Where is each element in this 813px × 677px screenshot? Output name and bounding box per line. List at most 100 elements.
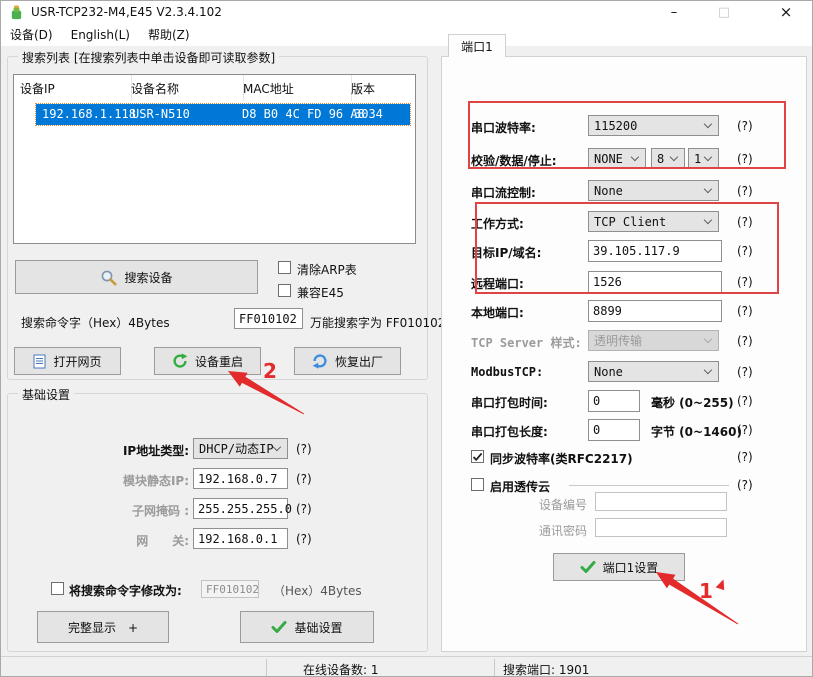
menu-help[interactable]: 帮助(Z): [139, 23, 199, 46]
modify-cmd-checkbox[interactable]: [51, 582, 64, 595]
target-ip-help[interactable]: (?): [737, 244, 753, 258]
work-mode-select[interactable]: TCP Client: [588, 211, 719, 232]
factory-reset-button[interactable]: 恢复出厂: [294, 347, 401, 375]
device-id-input[interactable]: [595, 492, 727, 511]
device-table: 设备IP 设备名称 MAC地址 版本 192.168.1.118 USR-N51…: [13, 74, 416, 244]
ip-type-help[interactable]: (?): [296, 442, 312, 456]
col-header-mac[interactable]: MAC地址: [237, 75, 352, 101]
window-title: USR-TCP232-M4,E45 V2.3.4.102: [31, 5, 222, 19]
remote-port-help[interactable]: (?): [737, 275, 753, 289]
sync-baud-checkbox[interactable]: [471, 450, 484, 463]
flow-select[interactable]: None: [588, 180, 719, 201]
modbus-select[interactable]: None: [588, 361, 719, 382]
minimize-button[interactable]: –: [661, 1, 687, 23]
static-ip-help[interactable]: (?): [296, 472, 312, 486]
local-port-input[interactable]: 8899: [588, 300, 722, 322]
chevron-down-icon: [704, 185, 712, 193]
pack-time-help[interactable]: (?): [737, 394, 753, 408]
stopbits-select[interactable]: 1: [688, 148, 719, 169]
ip-type-value: DHCP/动态IP: [199, 440, 274, 457]
target-ip-label: 目标IP/域名:: [471, 244, 541, 261]
parity-value: NONE: [594, 152, 623, 166]
work-mode-help[interactable]: (?): [737, 215, 753, 229]
subnet-input[interactable]: 255.255.255.0: [193, 498, 288, 519]
baud-select[interactable]: 115200: [588, 115, 719, 136]
pack-time-label: 串口打包时间:: [471, 394, 548, 411]
comm-pwd-input[interactable]: [595, 518, 727, 537]
databits-select[interactable]: 8: [651, 148, 685, 169]
work-mode-value: TCP Client: [594, 215, 666, 229]
cloud-label: 启用透传云: [490, 478, 550, 495]
flow-help[interactable]: (?): [737, 184, 753, 198]
remote-port-input[interactable]: 1526: [588, 271, 722, 293]
basic-settings-apply-button[interactable]: 基础设置: [240, 611, 374, 643]
online-devices-status: 在线设备数: 1: [303, 661, 379, 677]
menu-english[interactable]: English(L): [62, 23, 139, 46]
menu-device[interactable]: 设备(D): [1, 23, 62, 46]
target-ip-input[interactable]: 39.105.117.9: [588, 240, 722, 262]
restart-device-label: 设备重启: [195, 353, 243, 370]
basic-settings-title: 基础设置: [18, 386, 74, 403]
search-port-status: 搜索端口: 1901: [503, 661, 589, 677]
menu-bar: 设备(D) English(L) 帮助(Z): [1, 23, 812, 46]
clear-arp-checkbox[interactable]: [278, 261, 291, 274]
clear-arp-label: 清除ARP表: [297, 261, 357, 278]
full-display-label: 完整显示 +: [68, 619, 138, 636]
full-display-button[interactable]: 完整显示 +: [37, 611, 169, 643]
comm-pwd-label: 通讯密码: [539, 522, 587, 539]
baud-help[interactable]: (?): [737, 119, 753, 133]
pack-time-input[interactable]: 0: [588, 390, 640, 412]
port1-apply-label: 端口1设置: [603, 559, 659, 576]
cell-device-name: USR-N510: [132, 107, 190, 121]
col-header-ip[interactable]: 设备IP: [14, 75, 132, 101]
app-window: USR-TCP232-M4,E45 V2.3.4.102 – □ × 设备(D)…: [0, 0, 813, 677]
search-list-title: 搜索列表 [在搜索列表中单击设备即可读取参数]: [18, 49, 279, 66]
pack-len-help[interactable]: (?): [737, 423, 753, 437]
search-device-button[interactable]: 搜索设备: [15, 260, 258, 294]
parity-help[interactable]: (?): [737, 152, 753, 166]
pack-len-unit: 字节 (0~1460): [651, 423, 742, 440]
static-ip-input[interactable]: 192.168.0.7: [193, 468, 288, 489]
open-webpage-button[interactable]: 打开网页: [14, 347, 121, 375]
restart-icon: [172, 353, 188, 369]
sync-baud-help[interactable]: (?): [737, 450, 753, 464]
chevron-down-icon: [670, 153, 678, 161]
modbus-label: ModbusTCP:: [471, 365, 543, 379]
tab-port1[interactable]: 端口1: [448, 34, 506, 57]
chevron-down-icon: [704, 366, 712, 374]
search-cmd-input[interactable]: FF010102: [234, 308, 303, 329]
tcp-server-style-select: 透明传输: [588, 330, 719, 351]
col-header-name[interactable]: 设备名称: [125, 75, 244, 101]
chevron-down-icon: [704, 153, 712, 161]
device-id-label: 设备编号: [539, 496, 587, 513]
cloud-checkbox[interactable]: [471, 478, 484, 491]
port1-apply-button[interactable]: 端口1设置: [553, 553, 685, 581]
gateway-help[interactable]: (?): [296, 532, 312, 546]
restart-device-button[interactable]: 设备重启: [154, 347, 261, 375]
factory-reset-icon: [312, 353, 328, 369]
cloud-help[interactable]: (?): [737, 478, 753, 492]
statusbar-divider: [266, 659, 267, 677]
checkmark-icon: [472, 452, 483, 462]
pack-len-input[interactable]: 0: [588, 419, 640, 441]
check-icon: [271, 621, 287, 634]
ip-type-select[interactable]: DHCP/动态IP: [193, 438, 288, 459]
cell-version: 3034: [354, 107, 383, 121]
e45-checkbox[interactable]: [278, 284, 291, 297]
table-row[interactable]: 192.168.1.118 USR-N510 D8 B0 4C FD 96 A8…: [36, 104, 410, 125]
tcp-server-style-help[interactable]: (?): [737, 334, 753, 348]
local-port-help[interactable]: (?): [737, 304, 753, 318]
search-cmd-hint: 万能搜索字为 FF010102: [310, 314, 445, 331]
subnet-help[interactable]: (?): [296, 502, 312, 516]
modbus-help[interactable]: (?): [737, 365, 753, 379]
close-button[interactable]: ×: [773, 1, 799, 23]
parity-select[interactable]: NONE: [588, 148, 646, 169]
tcp-server-style-value: 透明传输: [594, 332, 642, 349]
modify-cmd-hint: （Hex）4Bytes: [273, 582, 362, 599]
gateway-input[interactable]: 192.168.0.1: [193, 528, 288, 549]
col-header-version[interactable]: 版本: [345, 75, 421, 101]
modify-cmd-input[interactable]: FF010102: [201, 580, 259, 598]
app-icon: [9, 5, 24, 20]
factory-reset-label: 恢复出厂: [335, 353, 383, 370]
search-cmd-label: 搜索命令字（Hex）4Bytes: [21, 314, 170, 331]
